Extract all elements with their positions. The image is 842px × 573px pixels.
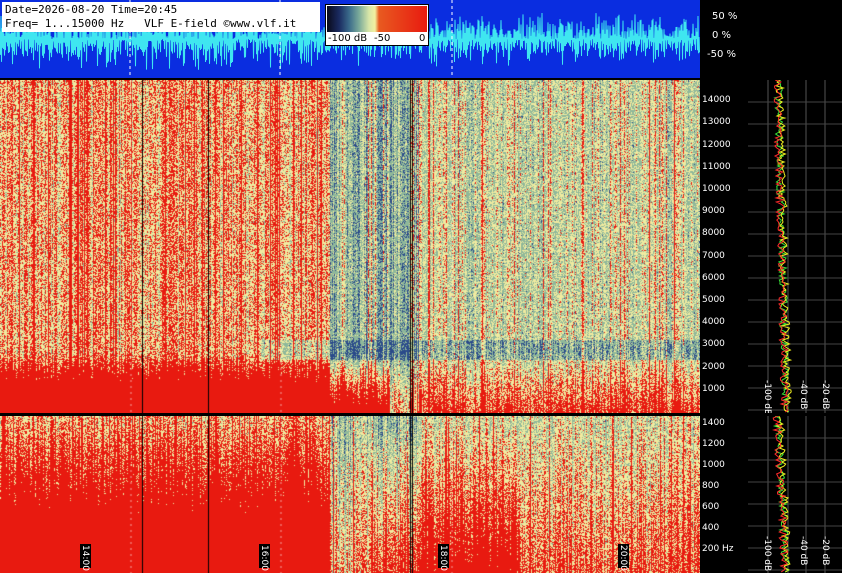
freq-label-11000: 11000 (702, 162, 731, 172)
freq-label-1200: 1200 (702, 439, 725, 449)
time-label-1600: 16:00 (259, 544, 270, 571)
freq-label-600: 600 (702, 502, 720, 512)
freq-label-13000: 13000 (702, 117, 731, 127)
colorbar: -100 dB -50 0 (325, 4, 429, 46)
db-label-lower-20: -20 dB (820, 536, 830, 566)
freq-label-7000: 7000 (702, 251, 725, 261)
freq-label-1400: 1400 (702, 418, 725, 428)
side-spectrum-upper-plot (748, 80, 842, 413)
amplitude-label-neg50: -50 % (707, 49, 737, 60)
time-label-1400: 14:00 (80, 544, 91, 571)
colorbar-label-mid: -50 (374, 33, 391, 44)
freq-label-1000: 1000 (702, 384, 725, 394)
freq-label-5000: 5000 (702, 295, 725, 305)
waveform-panel: Date=2026-08-20 Time=20:45 Freq= 1...150… (0, 0, 700, 78)
db-label-upper-100: -100 dB (762, 380, 772, 413)
db-label-lower-100: -100 dB (762, 536, 772, 572)
freq-label-14000: 14000 (702, 95, 731, 105)
freq-label-1000: 1000 (702, 460, 725, 470)
amplitude-label-pos50: 50 % (712, 11, 738, 22)
spectrogram-lower-canvas (0, 416, 700, 573)
freq-range-label: Freq= 1...15000 Hz VLF E-field ©www.vlf.… (5, 17, 297, 30)
db-label-upper-40: -40 dB (798, 380, 808, 410)
freq-label-8000: 8000 (702, 228, 725, 238)
colorbar-label-max: 0 (419, 33, 426, 44)
colorbar-label-min: -100 dB (328, 33, 368, 44)
date-time-label: Date=2026-08-20 Time=20:45 (5, 3, 178, 16)
freq-label-4000: 4000 (702, 317, 725, 327)
freq-label-9000: 9000 (702, 206, 725, 216)
time-label-2000: 20:00 (618, 544, 629, 571)
freq-label-12000: 12000 (702, 140, 731, 150)
info-box: Date=2026-08-20 Time=20:45 Freq= 1...150… (2, 2, 320, 32)
freq-label-800: 800 (702, 481, 720, 491)
spectrogram-lower (0, 416, 700, 573)
time-label-1800: 18:00 (438, 544, 449, 571)
vlf-spectrogram-window: Date=2026-08-20 Time=20:45 Freq= 1...150… (0, 0, 842, 573)
colorbar-gradient (327, 6, 427, 32)
side-spectrum-upper: -100 dB -40 dB -20 dB (748, 80, 842, 413)
amplitude-label-zero: 0 % (712, 30, 732, 41)
db-label-upper-20: -20 dB (820, 380, 830, 410)
side-spectrum-lower: -100 dB -40 dB -20 dB (748, 416, 842, 573)
freq-label-200: 200 Hz (702, 544, 734, 554)
db-label-lower-40: -40 dB (798, 536, 808, 566)
freq-label-10000: 10000 (702, 184, 731, 194)
spectrogram-upper (0, 80, 700, 413)
freq-label-400: 400 (702, 523, 720, 533)
freq-label-3000: 3000 (702, 339, 725, 349)
freq-label-6000: 6000 (702, 273, 725, 283)
spectrogram-upper-canvas (0, 80, 700, 413)
freq-label-2000: 2000 (702, 362, 725, 372)
